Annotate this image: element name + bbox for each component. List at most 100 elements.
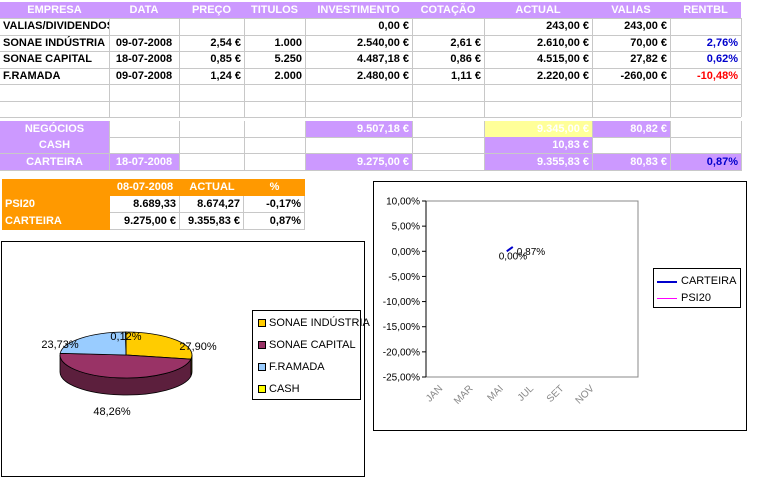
summary-cell[interactable] [244,121,305,137]
table-cell[interactable] [179,101,244,117]
table-cell[interactable]: 2.480,00 € [305,68,412,84]
table-cell[interactable]: 2.220,00 € [484,68,592,84]
table-cell[interactable]: 2.610,00 € [484,35,592,51]
psi-header-cell[interactable] [2,179,110,196]
table-cell[interactable] [244,84,305,100]
psi-header-cell[interactable]: 08-07-2008 [110,179,180,196]
summary-cell[interactable]: 10,83 € [484,137,592,153]
table-cell[interactable] [305,101,412,117]
table-cell[interactable] [244,18,305,34]
summary-cell[interactable] [670,137,741,153]
summary-cell[interactable] [179,154,244,170]
psi-cell[interactable]: 8.689,33 [110,196,180,213]
table-cell[interactable] [670,18,741,34]
line-chart[interactable]: 10,00% 5,00% 0,00% -5,00% -10,00% -15,00% -20,… [373,181,747,431]
summary-label[interactable]: CARTEIRA [0,154,109,170]
table-cell[interactable]: 243,00 € [592,18,670,34]
pie-chart[interactable]: 27,90% 48,26% 23,73% 0,12% SONAE INDÚSTRIA S… [1,241,370,477]
table-cell[interactable] [412,18,484,34]
summary-cell[interactable]: 80,83 € [592,154,670,170]
summary-cell[interactable] [592,137,670,153]
table-cell[interactable] [592,101,670,117]
psi-cell[interactable]: 9.275,00 € [110,213,180,230]
table-cell[interactable]: -260,00 € [592,68,670,84]
summary-cell[interactable]: 18-07-2008 [109,154,179,170]
table-cell[interactable]: SONAE INDÚSTRIA [0,35,109,51]
table-cell[interactable] [484,84,592,100]
table-cell[interactable] [592,84,670,100]
psi-cell[interactable]: 8.674,27 [180,196,244,213]
table-cell[interactable]: 18-07-2008 [109,51,179,67]
table-cell[interactable] [0,101,109,117]
table-cell[interactable] [305,84,412,100]
table-cell[interactable]: 09-07-2008 [109,68,179,84]
psi-row-label[interactable]: CARTEIRA [2,213,110,230]
summary-cell[interactable]: 9.507,18 € [305,121,412,137]
column-header-preço[interactable]: PREÇO [179,2,244,18]
psi-cell[interactable]: 0,87% [244,213,305,230]
table-cell[interactable]: 0,85 € [179,51,244,67]
summary-cell[interactable]: 80,82 € [592,121,670,137]
table-cell[interactable] [179,84,244,100]
summary-cell[interactable] [109,137,179,153]
column-header-cotação[interactable]: COTAÇÃO [412,2,484,18]
summary-cell[interactable] [412,121,484,137]
summary-cell[interactable] [179,137,244,153]
table-cell[interactable] [412,101,484,117]
table-cell[interactable]: VALIAS/DIVIDENDOS [0,18,109,34]
summary-cell[interactable]: 0,87% [670,154,741,170]
summary-cell[interactable]: 9.345,00 € [484,121,592,137]
table-cell[interactable]: 4.487,18 € [305,51,412,67]
psi-header-cell[interactable]: % [244,179,305,196]
column-header-rentbl[interactable]: RENTBL [670,2,741,18]
summary-cell[interactable] [244,154,305,170]
table-cell[interactable]: 0,86 € [412,51,484,67]
psi-cell[interactable]: 9.355,83 € [180,213,244,230]
table-cell[interactable]: SONAE CAPITAL [0,51,109,67]
summary-cell[interactable]: 9.355,83 € [484,154,592,170]
table-cell[interactable]: 2.540,00 € [305,35,412,51]
table-cell[interactable] [484,101,592,117]
psi-cell[interactable]: -0,17% [244,196,305,213]
table-cell[interactable]: 4.515,00 € [484,51,592,67]
summary-cell[interactable] [244,137,305,153]
table-cell[interactable] [244,101,305,117]
column-header-data[interactable]: DATA [109,2,179,18]
summary-cell[interactable] [670,121,741,137]
table-cell[interactable]: 1,24 € [179,68,244,84]
table-cell[interactable] [109,18,179,34]
table-cell[interactable] [412,84,484,100]
summary-cell[interactable] [109,121,179,137]
table-cell[interactable] [670,101,741,117]
column-header-empresa[interactable]: EMPRESA [0,2,109,18]
column-header-investimento[interactable]: INVESTIMENTO [305,2,412,18]
table-cell[interactable]: 09-07-2008 [109,35,179,51]
table-cell[interactable]: 70,00 € [592,35,670,51]
table-cell[interactable]: 2,54 € [179,35,244,51]
table-cell[interactable]: F.RAMADA [0,68,109,84]
column-header-actual[interactable]: ACTUAL [484,2,592,18]
column-header-valias[interactable]: VALIAS [592,2,670,18]
table-cell[interactable]: 5.250 [244,51,305,67]
summary-cell[interactable] [179,121,244,137]
summary-label[interactable]: CASH [0,137,109,153]
summary-cell[interactable] [412,137,484,153]
table-cell[interactable] [179,18,244,34]
table-cell[interactable]: 0,62% [670,51,741,67]
table-cell[interactable]: 0,00 € [305,18,412,34]
table-cell[interactable]: 1.000 [244,35,305,51]
table-cell[interactable]: 243,00 € [484,18,592,34]
table-cell[interactable]: 1,11 € [412,68,484,84]
table-cell[interactable]: 2,61 € [412,35,484,51]
table-cell[interactable] [0,84,109,100]
table-cell[interactable] [670,84,741,100]
summary-cell[interactable] [412,154,484,170]
table-cell[interactable]: 2.000 [244,68,305,84]
summary-label[interactable]: NEGÓCIOS [0,121,109,137]
psi-header-cell[interactable]: ACTUAL [180,179,244,196]
table-cell[interactable]: 2,76% [670,35,741,51]
summary-cell[interactable] [305,137,412,153]
psi-row-label[interactable]: PSI20 [2,196,110,213]
summary-cell[interactable]: 9.275,00 € [305,154,412,170]
table-cell[interactable] [109,84,179,100]
